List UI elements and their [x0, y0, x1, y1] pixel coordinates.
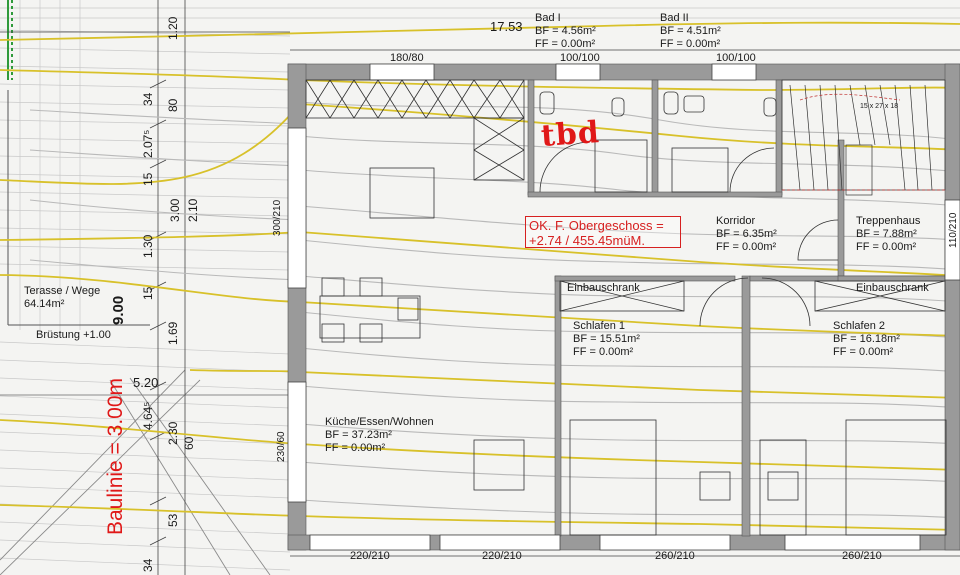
baulinie-annotation: Baulinie = 3.00m: [104, 377, 127, 535]
room-ff: FF = 0.00m²: [573, 346, 634, 358]
dim-210: 2.10: [186, 198, 200, 222]
dim-900: 9.00: [110, 295, 127, 325]
staircase: [781, 79, 946, 196]
dim-top-total: 17.53: [490, 19, 523, 34]
room-name: Korridor: [716, 215, 756, 227]
room-schlafen1: Schlafen 1 BF = 15.51m² FF = 0.00m²: [573, 320, 640, 359]
room-bf: BF = 15.51m²: [573, 333, 640, 345]
room-bf: BF = 6.35m²: [716, 228, 777, 240]
room-ff: FF = 0.00m²: [535, 38, 596, 50]
dim-window-180-80: 180/80: [390, 52, 424, 64]
dim-window-300-210: 300/210: [272, 199, 283, 236]
dim-300: 3.00: [168, 198, 182, 222]
dim-15-a: 15: [141, 172, 155, 186]
room-bf: BF = 16.18m²: [833, 333, 900, 345]
dim-53: 53: [166, 513, 180, 527]
room-ff: FF = 0.00m²: [833, 346, 894, 358]
room-name: Treppenhaus: [856, 215, 921, 227]
room-ff: FF = 0.00m²: [856, 241, 917, 253]
floor-plan-canvas: Bad I BF = 4.56m² FF = 0.00m² Bad II BF …: [0, 0, 960, 575]
room-bad1: Bad I BF = 4.56m² FF = 0.00m²: [535, 12, 596, 51]
room-ff: FF = 0.00m²: [716, 241, 777, 253]
label-stair-steps: 15 x 27 x 18: [860, 103, 899, 110]
room-name: Schlafen 2: [833, 320, 885, 332]
bedroom-furniture: [569, 419, 947, 536]
dim-4645: 4.64⁵: [141, 401, 155, 430]
dim-bottom-3: 260/210: [655, 550, 695, 562]
room-korridor: Korridor BF = 6.35m² FF = 0.00m²: [716, 215, 777, 254]
level-note-line1: OK. F. Obergeschoss =: [529, 218, 664, 233]
area-terasse: Terasse / Wege 64.14m²: [24, 285, 100, 311]
room-name: Bad II: [660, 12, 689, 24]
dim-169: 1.69: [166, 321, 180, 345]
dim-bottom-1: 220/210: [350, 550, 390, 562]
room-ff: FF = 0.00m²: [325, 442, 386, 454]
room-schlafen2: Schlafen 2 BF = 16.18m² FF = 0.00m²: [833, 320, 900, 359]
room-bf: BF = 37.23m²: [325, 429, 392, 441]
dim-window-110-210: 110/210: [948, 212, 959, 248]
dim-130: 1.30: [141, 234, 155, 258]
dim-2075: 2.07⁵: [141, 129, 155, 158]
dim-window-100-a: 100/100: [560, 52, 600, 64]
room-bf: BF = 7.88m²: [856, 228, 917, 240]
dim-window-100-b: 100/100: [716, 52, 756, 64]
room-treppenhaus: Treppenhaus BF = 7.88m² FF = 0.00m²: [856, 215, 920, 254]
dim-230: 2.30: [166, 421, 180, 445]
dim-80: 80: [166, 98, 180, 112]
tbd-annotation: tbd: [539, 114, 601, 155]
area-value: 64.14m²: [24, 298, 65, 310]
label-bruestung: Brüstung +1.00: [36, 329, 111, 341]
dimension-chain-top: [0, 31, 960, 51]
room-kueche: Küche/Essen/Wohnen BF = 37.23m² FF = 0.0…: [325, 416, 434, 455]
dim-34-bottom: 34: [141, 558, 155, 572]
dim-520: 5.20: [133, 375, 159, 390]
room-bf: BF = 4.56m²: [535, 25, 596, 37]
room-bad2: Bad II BF = 4.51m² FF = 0.00m²: [660, 12, 721, 51]
dim-bottom-4: 260/210: [842, 550, 882, 562]
room-name: Küche/Essen/Wohnen: [325, 416, 434, 428]
room-bf: BF = 4.51m²: [660, 25, 721, 37]
room-ff: FF = 0.00m²: [660, 38, 721, 50]
dim-15-b: 15: [141, 286, 155, 300]
level-note-line2: +2.74 / 455.45müM.: [529, 233, 645, 248]
dim-34-top: 34: [141, 92, 155, 106]
kitchen-counter: [305, 79, 525, 219]
dim-120: 1.20: [166, 16, 180, 40]
room-name: Schlafen 1: [573, 320, 625, 332]
dim-window-230-60: 230/60: [276, 431, 287, 462]
room-name: Bad I: [535, 12, 561, 24]
label-einbauschrank-2: Einbauschrank: [856, 282, 929, 294]
dim-60: 60: [182, 436, 196, 450]
label-einbauschrank-1: Einbauschrank: [567, 282, 640, 294]
level-note-box: OK. F. Obergeschoss = +2.74 / 455.45müM.: [525, 216, 681, 248]
dim-bottom-2: 220/210: [482, 550, 522, 562]
area-name: Terasse / Wege: [24, 285, 101, 297]
